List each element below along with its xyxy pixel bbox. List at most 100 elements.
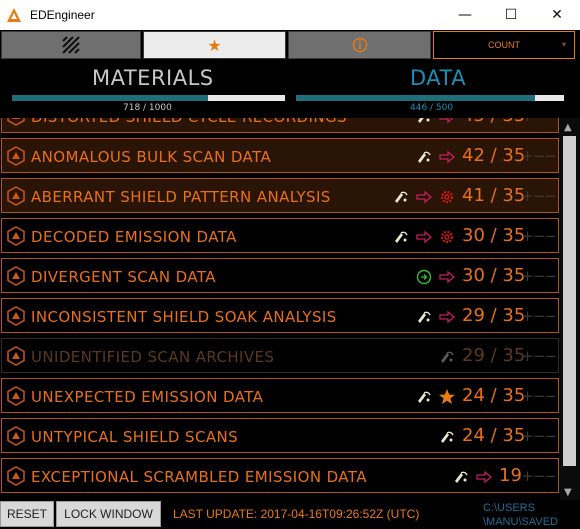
data-grade-icon xyxy=(6,226,26,246)
data-progress-fill xyxy=(296,95,536,101)
close-button[interactable]: ✕ xyxy=(534,0,580,30)
plus-minus-icon[interactable]: +−− xyxy=(521,147,557,165)
window-title: EDEngineer xyxy=(30,8,95,22)
arrow-icon xyxy=(438,148,456,166)
list-item[interactable]: DIVERGENT SCAN DATA 30 / 35 +−− xyxy=(1,258,559,293)
materials-progress-text: 718 / 1000 xyxy=(123,103,172,113)
list-scrollbar[interactable]: ▲ ▼ xyxy=(560,118,580,500)
list-item[interactable]: ANOMALOUS BULK SCAN DATA 42 / 35 +−− xyxy=(1,138,559,173)
app-logo-icon xyxy=(7,8,21,22)
arrow-icon xyxy=(438,268,456,286)
materials-header[interactable]: MATERIALS xyxy=(92,66,214,90)
item-count: 29 / 35 xyxy=(462,305,526,326)
plus-minus-icon[interactable]: +−− xyxy=(521,187,557,205)
filter-tabs: ★ COUNT ▾ xyxy=(0,31,580,59)
minimize-button[interactable]: — xyxy=(442,0,488,30)
data-list: DISTORTED SHIELD CYCLE RECORDINGS 45 / 35… xyxy=(0,118,580,500)
gear-icon xyxy=(438,228,456,246)
ship-scan-icon xyxy=(392,228,410,246)
lock-window-button[interactable]: LOCK WINDOW xyxy=(56,501,161,527)
scroll-up-icon[interactable]: ▲ xyxy=(564,122,572,133)
data-grade-icon xyxy=(6,346,26,366)
list-item[interactable]: UNEXPECTED EMISSION DATA 24 / 35 +−− xyxy=(1,378,559,413)
plus-minus-icon[interactable]: +−− xyxy=(521,347,557,365)
ship-scan-icon xyxy=(415,308,433,326)
data-grade-icon xyxy=(6,186,26,206)
plus-minus-icon[interactable]: +−− xyxy=(521,267,557,285)
arrow-icon xyxy=(415,228,433,246)
item-name: EXCEPTIONAL SCRAMBLED EMISSION DATA xyxy=(31,468,367,486)
ship-scan-icon xyxy=(415,388,433,406)
arrow-icon xyxy=(415,188,433,206)
data-progress-text: 446 / 500 xyxy=(410,103,454,113)
item-count: 24 / 35 xyxy=(462,385,526,406)
materials-progress-bar xyxy=(12,95,285,101)
data-progress-bar xyxy=(296,95,564,101)
section-headers: MATERIALS DATA xyxy=(0,60,580,118)
ship-scan-icon xyxy=(392,188,410,206)
item-count: 45 / 35 xyxy=(462,118,525,126)
item-count: 29 / 35 xyxy=(462,345,526,366)
scroll-down-icon[interactable]: ▼ xyxy=(564,487,572,498)
log-path-link[interactable]: C:\USERS \MANU\SAVED xyxy=(483,501,558,529)
data-grade-icon xyxy=(6,426,26,446)
list-item[interactable]: ABERRANT SHIELD PATTERN ANALYSIS 41 / 35 +… xyxy=(1,178,559,213)
item-count: 24 / 35 xyxy=(462,425,526,446)
item-name: UNTYPICAL SHIELD SCANS xyxy=(31,428,239,446)
ship-scan-icon xyxy=(452,468,470,486)
item-count: 41 / 35 xyxy=(462,185,526,206)
plus-minus-icon[interactable]: +−− xyxy=(521,427,557,445)
arrow-icon xyxy=(475,468,493,486)
ship-scan-icon xyxy=(438,348,456,366)
list-item[interactable]: EXCEPTIONAL SCRAMBLED EMISSION DATA 19 +−− xyxy=(1,458,559,493)
plus-minus-icon[interactable]: +−− xyxy=(521,118,557,125)
arrow-icon xyxy=(438,308,456,326)
plus-minus-icon[interactable]: +−− xyxy=(521,307,557,325)
item-name: INCONSISTENT SHIELD SOAK ANALYSIS xyxy=(31,308,337,326)
item-count: 42 / 35 xyxy=(462,145,526,166)
item-name: DISTORTED SHIELD CYCLE RECORDINGS xyxy=(31,118,347,126)
log-path-line-1: C:\USERS xyxy=(483,502,535,514)
list-item[interactable]: UNTYPICAL SHIELD SCANS 24 / 35 +−− xyxy=(1,418,559,453)
sort-dropdown[interactable]: COUNT ▾ xyxy=(433,31,575,59)
last-update-label: LAST UPDATE: 2017-04-16T09:26:52Z (UTC) xyxy=(173,507,420,521)
list-item[interactable]: DISTORTED SHIELD CYCLE RECORDINGS 45 / 35… xyxy=(1,118,559,133)
plus-minus-icon[interactable]: +−− xyxy=(521,227,557,245)
item-name: UNEXPECTED EMISSION DATA xyxy=(31,388,264,406)
star-icon: ★ xyxy=(207,35,222,55)
star-icon xyxy=(438,388,456,406)
item-name: DECODED EMISSION DATA xyxy=(31,228,237,246)
chevron-down-icon: ▾ xyxy=(561,40,566,49)
plus-minus-icon[interactable]: +−− xyxy=(521,467,557,485)
item-name: ABERRANT SHIELD PATTERN ANALYSIS xyxy=(31,188,331,206)
data-grade-icon xyxy=(6,386,26,406)
item-name: ANOMALOUS BULK SCAN DATA xyxy=(31,148,272,166)
striped-icon xyxy=(62,36,80,54)
tab-all[interactable] xyxy=(1,31,141,59)
title-bar: EDEngineer — ☐ ✕ xyxy=(0,0,580,30)
tab-favorites[interactable]: ★ xyxy=(143,31,286,59)
data-grade-icon xyxy=(6,306,26,326)
sort-dropdown-label: COUNT xyxy=(488,40,520,50)
maximize-button[interactable]: ☐ xyxy=(488,0,534,30)
item-count: 19 xyxy=(499,465,522,486)
item-count: 30 / 35 xyxy=(462,265,526,286)
list-item[interactable]: DECODED EMISSION DATA 30 / 35 +−− xyxy=(1,218,559,253)
plus-minus-icon[interactable]: +−− xyxy=(521,387,557,405)
ship-scan-icon xyxy=(415,118,433,126)
materials-progress-fill xyxy=(12,95,208,101)
list-item[interactable]: UNIDENTIFIED SCAN ARCHIVES 29 / 35 +−− xyxy=(1,338,559,373)
item-count: 30 / 35 xyxy=(462,225,526,246)
reset-button[interactable]: RESET xyxy=(0,501,54,527)
data-header[interactable]: DATA xyxy=(410,66,466,90)
tab-info[interactable] xyxy=(288,31,431,59)
item-name: DIVERGENT SCAN DATA xyxy=(31,268,216,286)
item-name: UNIDENTIFIED SCAN ARCHIVES xyxy=(31,348,275,366)
scroll-thumb[interactable] xyxy=(563,136,576,466)
ship-scan-icon xyxy=(415,148,433,166)
data-grade-icon xyxy=(6,266,26,286)
data-grade-icon xyxy=(6,118,26,126)
list-item[interactable]: INCONSISTENT SHIELD SOAK ANALYSIS 29 / 35… xyxy=(1,298,559,333)
green-circle-icon xyxy=(415,268,433,286)
arrow-icon xyxy=(438,118,456,126)
